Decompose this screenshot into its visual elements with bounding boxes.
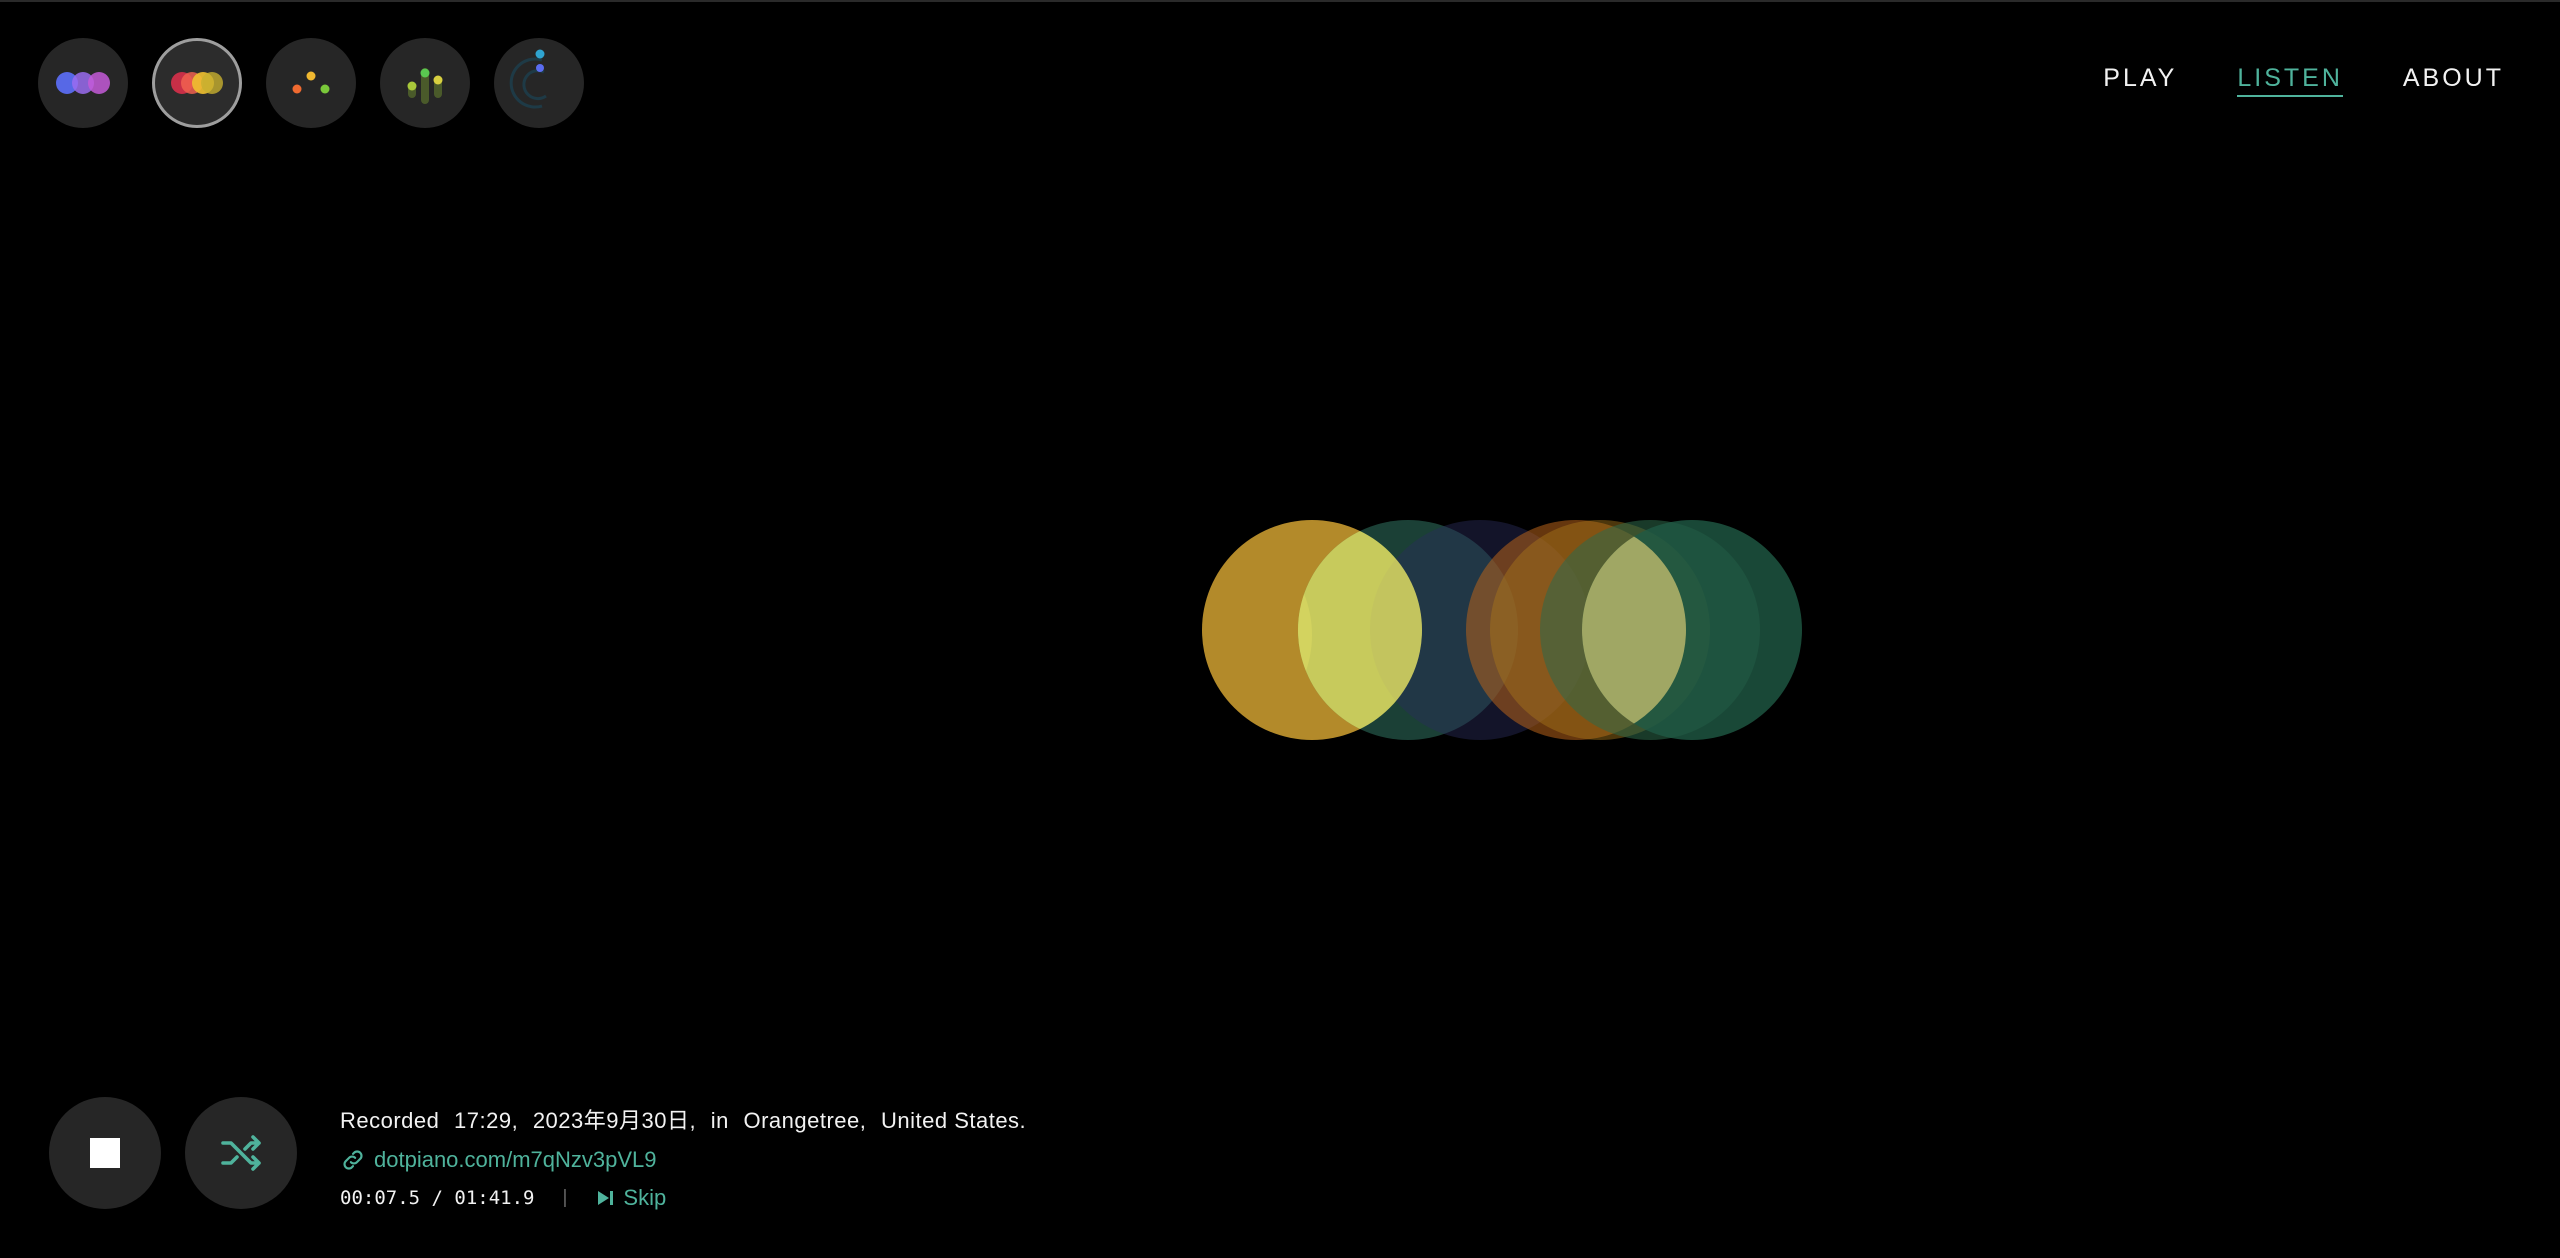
recording-details: Recorded 17:29, 2023年9月30日, in Orangetre… (340, 1103, 1026, 1135)
top-border (0, 0, 2560, 2)
orbit-arc-icon (509, 49, 547, 109)
nav-listen[interactable]: LISTEN (2237, 64, 2343, 97)
overlapping-circles-blue-purple-icon (56, 72, 110, 94)
link-icon (343, 1150, 363, 1170)
overlapping-circles-red-yellow-icon (171, 72, 223, 94)
recorded-place: Orangetree, (743, 1108, 867, 1133)
note-visualization (1200, 515, 1810, 745)
skip-label[interactable]: Skip (623, 1185, 666, 1211)
recorded-time: 17:29, (454, 1108, 519, 1133)
mode-button-overlap-warm[interactable] (152, 38, 242, 128)
mode-button-orbit[interactable] (494, 38, 584, 128)
nav-about[interactable]: ABOUT (2403, 64, 2504, 97)
stop-button[interactable] (49, 1097, 161, 1209)
skip-next-icon (598, 1191, 614, 1205)
scattered-dots-icon (292, 71, 330, 94)
recorded-prefix: Recorded (340, 1108, 440, 1133)
shuffle-button[interactable] (185, 1097, 297, 1209)
overlap-yellow-left (1298, 520, 1422, 740)
recorded-country: United States. (880, 1108, 1027, 1133)
share-link[interactable]: dotpiano.com/m7qNzv3pVL9 (340, 1147, 1026, 1173)
overlap-layer (1298, 520, 1686, 740)
skip-button[interactable]: Skip (595, 1185, 666, 1211)
overlap-yellow-right (1582, 520, 1686, 740)
elapsed-time: 00:07.5 (340, 1187, 421, 1209)
recorded-in: in (710, 1108, 729, 1133)
playback-time: 00:07.5 / 01:41.9 | Skip (340, 1185, 667, 1211)
mode-button-dots[interactable] (266, 38, 356, 128)
recording-info: Recorded 17:29, 2023年9月30日, in Orangetre… (340, 1103, 1026, 1211)
mode-button-bars[interactable] (380, 38, 470, 128)
total-time: 01:41.9 (454, 1187, 535, 1209)
visualization-mode-switcher (38, 38, 584, 128)
stop-icon (90, 1138, 120, 1168)
share-link-text[interactable]: dotpiano.com/m7qNzv3pVL9 (374, 1147, 657, 1173)
shuffle-icon (221, 1135, 261, 1171)
nav-play[interactable]: PLAY (2103, 64, 2177, 97)
separator: | (562, 1187, 568, 1208)
dot-bars-icon (407, 68, 443, 104)
main-nav: PLAY LISTEN ABOUT (2103, 64, 2504, 97)
recorded-date: 2023年9月30日, (532, 1108, 697, 1133)
mode-button-overlap-blue[interactable] (38, 38, 128, 128)
